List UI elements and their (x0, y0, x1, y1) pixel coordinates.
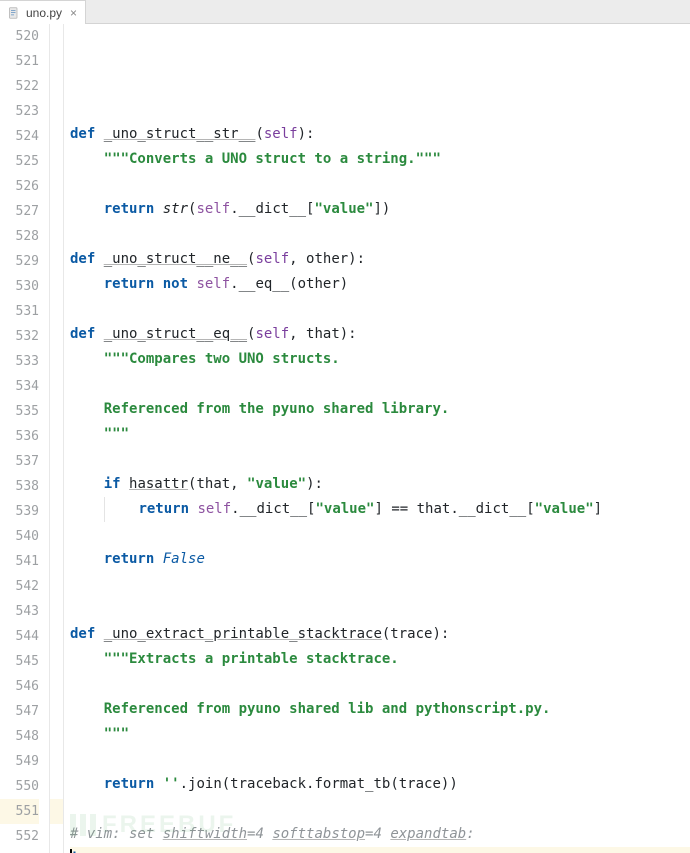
line-number: 525 (0, 149, 39, 174)
code-line[interactable]: return self.__dict__["value"] == that.__… (70, 497, 690, 522)
line-number: 526 (0, 174, 39, 199)
code-line[interactable] (70, 222, 690, 247)
line-number: 539 (0, 499, 39, 524)
code-line[interactable]: return ''.join(traceback.format_tb(trace… (70, 772, 690, 797)
line-number: 533 (0, 349, 39, 374)
code-line[interactable]: return str(self.__dict__["value"]) (70, 197, 690, 222)
line-number: 534 (0, 374, 39, 399)
line-number: 550 (0, 774, 39, 799)
fold-gutter (50, 24, 64, 853)
line-number: 520 (0, 24, 39, 49)
line-number: 523 (0, 99, 39, 124)
code-line[interactable]: def _uno_extract_printable_stacktrace(tr… (70, 622, 690, 647)
python-file-icon (8, 7, 20, 19)
code-line[interactable] (70, 172, 690, 197)
code-line[interactable]: """Compares two UNO structs. (70, 347, 690, 372)
code-line[interactable]: Referenced from pyuno shared lib and pyt… (70, 697, 690, 722)
line-number: 552 (0, 824, 39, 849)
code-line[interactable]: import os (70, 847, 690, 853)
line-number: 543 (0, 599, 39, 624)
code-line[interactable]: return False (70, 547, 690, 572)
code-line[interactable] (70, 447, 690, 472)
line-number: 544 (0, 624, 39, 649)
line-number: 535 (0, 399, 39, 424)
code-line[interactable] (70, 97, 690, 122)
code-line[interactable]: """Converts a UNO struct to a string.""" (70, 147, 690, 172)
code-line[interactable]: """Extracts a printable stacktrace. (70, 647, 690, 672)
line-number: 528 (0, 224, 39, 249)
line-number: 545 (0, 649, 39, 674)
code-line[interactable] (70, 372, 690, 397)
code-line[interactable] (70, 297, 690, 322)
line-number: 542 (0, 574, 39, 599)
code-line[interactable] (70, 672, 690, 697)
code-line[interactable]: if hasattr(that, "value"): (70, 472, 690, 497)
line-number: 536 (0, 424, 39, 449)
line-number: 538 (0, 474, 39, 499)
code-line[interactable]: # vim: set shiftwidth=4 softtabstop=4 ex… (70, 822, 690, 847)
file-tab-uno[interactable]: uno.py × (0, 0, 86, 24)
code-line[interactable] (70, 797, 690, 822)
line-number: 549 (0, 749, 39, 774)
code-line[interactable] (70, 597, 690, 622)
code-line[interactable]: """ (70, 722, 690, 747)
line-number: 540 (0, 524, 39, 549)
code-line[interactable]: return not self.__eq__(other) (70, 272, 690, 297)
line-number-gutter: 5205215225235245255265275285295305315325… (0, 24, 50, 853)
code-line[interactable] (70, 72, 690, 97)
line-number: 548 (0, 724, 39, 749)
line-number: 522 (0, 74, 39, 99)
close-tab-icon[interactable]: × (70, 7, 77, 19)
tab-bar: uno.py × (0, 0, 690, 24)
code-line[interactable]: Referenced from the pyuno shared library… (70, 397, 690, 422)
line-number: 541 (0, 549, 39, 574)
code-line[interactable]: def _uno_struct__str__(self): (70, 122, 690, 147)
code-area[interactable]: FREEBUF def _uno_struct__str__(self): ""… (64, 24, 690, 853)
code-line[interactable] (70, 572, 690, 597)
code-line[interactable]: def _uno_struct__eq__(self, that): (70, 322, 690, 347)
line-number: 537 (0, 449, 39, 474)
code-line[interactable] (70, 747, 690, 772)
code-line[interactable]: def _uno_struct__ne__(self, other): (70, 247, 690, 272)
code-editor[interactable]: 5205215225235245255265275285295305315325… (0, 24, 690, 853)
line-number: 551 (0, 799, 39, 824)
line-number: 521 (0, 49, 39, 74)
code-line[interactable] (70, 522, 690, 547)
line-number: 547 (0, 699, 39, 724)
line-number: 530 (0, 274, 39, 299)
code-line[interactable]: """ (70, 422, 690, 447)
line-number: 529 (0, 249, 39, 274)
line-number: 532 (0, 324, 39, 349)
line-number: 531 (0, 299, 39, 324)
tab-filename: uno.py (26, 6, 62, 20)
line-number: 546 (0, 674, 39, 699)
line-number: 527 (0, 199, 39, 224)
line-number: 524 (0, 124, 39, 149)
